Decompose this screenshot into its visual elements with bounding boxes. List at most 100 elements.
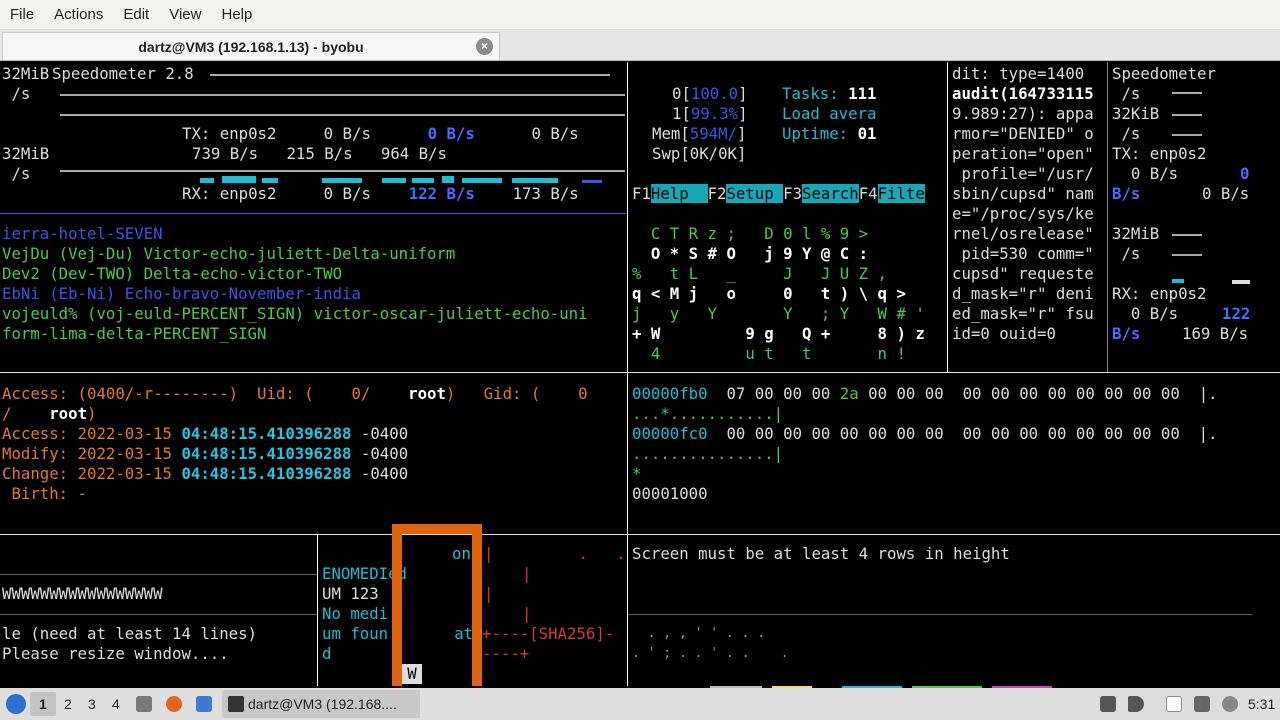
menu-file[interactable]: File: [0, 6, 44, 23]
orange-highlight-box: [392, 524, 482, 686]
volume-icon[interactable]: [1128, 696, 1144, 712]
taskbar-terminal-button[interactable]: dartz@VM3 (192.168....: [222, 690, 420, 718]
rx-graph-bar: [322, 178, 362, 183]
speedo-scale-2: 32MiB: [2, 144, 50, 163]
audit-line: profile="/usr/: [952, 164, 1094, 183]
tx-label: TX: enp0s2 0 B/s 0 B/s 0 B/s: [182, 124, 579, 143]
f2-setup-button[interactable]: Setup: [726, 184, 784, 203]
stat-gid: / root): [2, 404, 97, 423]
word-line: VejDu (Vej-Du) Victor-echo-juliett-Delta…: [2, 244, 456, 263]
workspace-2[interactable]: 2: [64, 696, 72, 712]
speedo-graph-line: [60, 170, 625, 172]
sha-art: ----+: [482, 644, 530, 663]
power-icon[interactable]: [1222, 696, 1238, 712]
uptime: Uptime: 01: [782, 124, 877, 143]
speedo-unit-2: /s: [2, 164, 31, 183]
desktop-icon[interactable]: [196, 696, 212, 712]
firefox-icon[interactable]: [166, 696, 182, 712]
audit-line: audit(164733115: [952, 84, 1094, 103]
speedo2-scale-2: 32MiB: [1112, 224, 1160, 243]
ascii-art: . ' ; . . ' . . .: [632, 646, 789, 661]
tab-bar: dartz@VM3 (192.168.1.13) - byobu ×: [0, 30, 1280, 61]
terminal-tab[interactable]: dartz@VM3 (192.168.1.13) - byobu ×: [2, 32, 500, 60]
sha-art: |: [522, 564, 532, 583]
audit-line: ed_mask="r" fsu: [952, 304, 1094, 323]
speedo2-tx-total: 0 B/s: [1202, 184, 1250, 203]
close-tab-icon[interactable]: ×: [476, 38, 493, 55]
audit-line: rnel/osrelease": [952, 224, 1094, 243]
hex-repeat-marker: *: [632, 464, 642, 483]
word-line: ierra-hotel-SEVEN: [2, 224, 163, 243]
terminal-icon: [228, 696, 244, 712]
audit-line: 9.989:27): appa: [952, 104, 1094, 123]
matrix-line: O * S # O j 9 Y @ C :: [632, 244, 869, 263]
stat-modify: Modify: 2022-03-15 04:48:15.410396288 -0…: [2, 444, 409, 463]
display-icon[interactable]: [1194, 696, 1210, 712]
speedo2-graph-line: [1172, 134, 1202, 136]
clipboard-icon[interactable]: [1166, 696, 1182, 712]
cpu1-meter: 1[99.3%]: [672, 104, 748, 123]
speedo2-graph-line: [1172, 92, 1202, 94]
speedo2-rx-current: 122: [1222, 304, 1251, 323]
speedo-unit: /s: [2, 84, 31, 103]
rx-graph-bar: [382, 178, 406, 183]
matrix-line: q < M j o 0 t ) \ q >: [632, 284, 906, 303]
workspace-3[interactable]: 3: [88, 696, 96, 712]
menubar: File Actions Edit View Help: [0, 0, 1280, 30]
speedo2-scale: 32KiB: [1112, 104, 1160, 123]
audit-line: e="/proc/sys/ke: [952, 204, 1094, 223]
taskbar-app-label: dartz@VM3 (192.168....: [248, 696, 397, 712]
speedo-values: 739 B/s 215 B/s 964 B/s: [192, 144, 448, 163]
workspace-1[interactable]: 1: [39, 696, 47, 712]
audit-line: id=0 ouid=0: [952, 324, 1056, 343]
terminal-cursor: W: [402, 664, 422, 684]
audit-line: rmor="DENIED" o: [952, 124, 1094, 143]
speedo2-rx-value: 0 B/s: [1112, 304, 1179, 323]
f4-filter-button[interactable]: Filte: [877, 184, 925, 203]
rx-graph-bar: [462, 178, 502, 183]
hex-ascii: ...............|: [632, 444, 784, 463]
speedo-graph-line: [60, 114, 625, 116]
speedo2-title: Speedometer: [1112, 64, 1216, 83]
error-text: No medi: [322, 604, 389, 623]
speedo-graph-line: [60, 94, 625, 96]
sha-art: |: [522, 604, 532, 623]
start-menu-icon[interactable]: [6, 694, 26, 714]
f3-search-button[interactable]: Search: [802, 184, 859, 203]
rx-graph-bar: [412, 178, 434, 183]
speedo2-graph-line: [1172, 254, 1202, 256]
workspace-4[interactable]: 4: [112, 696, 120, 712]
word-line: form-lima-delta-PERCENT_SIGN: [2, 324, 267, 343]
stat-perms: Access: (0400/-r--------) Uid: ( 0/ root…: [2, 384, 588, 403]
pane-divider: [0, 213, 627, 214]
rx-label: RX: enp0s2 0 B/s 122 B/s 173 B/s: [182, 184, 579, 203]
f1-help-button[interactable]: Help: [650, 184, 708, 203]
pane-divider: [0, 372, 1280, 373]
menu-view[interactable]: View: [159, 6, 211, 23]
audit-line: sbin/cupsd" nam: [952, 184, 1094, 203]
pane-divider: [627, 62, 628, 686]
rx-graph-bar: [262, 178, 278, 183]
rx-graph-bar: [582, 180, 602, 183]
file-manager-icon[interactable]: [136, 696, 152, 712]
pane-divider: [0, 614, 317, 615]
audit-line: d_mask="r" deni: [952, 284, 1094, 303]
swap-meter: Swp[0K/0K]: [652, 144, 747, 163]
pane-divider: [947, 62, 948, 372]
clock: 5:31: [1248, 696, 1276, 712]
speedo2-unit-3: /s: [1112, 244, 1141, 263]
audit-line: pid=530 comm=": [952, 244, 1094, 263]
pane-divider: [0, 534, 1280, 535]
network-icon[interactable]: [1100, 696, 1116, 712]
menu-edit[interactable]: Edit: [113, 6, 159, 23]
sha-art: +----[SHA256]-: [482, 624, 615, 643]
htop-function-keys: F1Help F2Setup F3SearchF4Filte: [632, 184, 925, 203]
terminal-area[interactable]: 32MiB Speedometer 2.8 /s TX: enp0s2 0 B/…: [0, 62, 1280, 686]
rx-graph-bar: [222, 176, 256, 183]
rx-graph-bar: [442, 176, 454, 183]
wrap-text: WWWWWWWWWWWWWWWWW: [2, 584, 163, 603]
audit-line: dit: type=1400: [952, 64, 1085, 83]
menu-actions[interactable]: Actions: [44, 6, 113, 23]
speedo2-graph-line: [1172, 114, 1202, 116]
menu-help[interactable]: Help: [211, 6, 262, 23]
